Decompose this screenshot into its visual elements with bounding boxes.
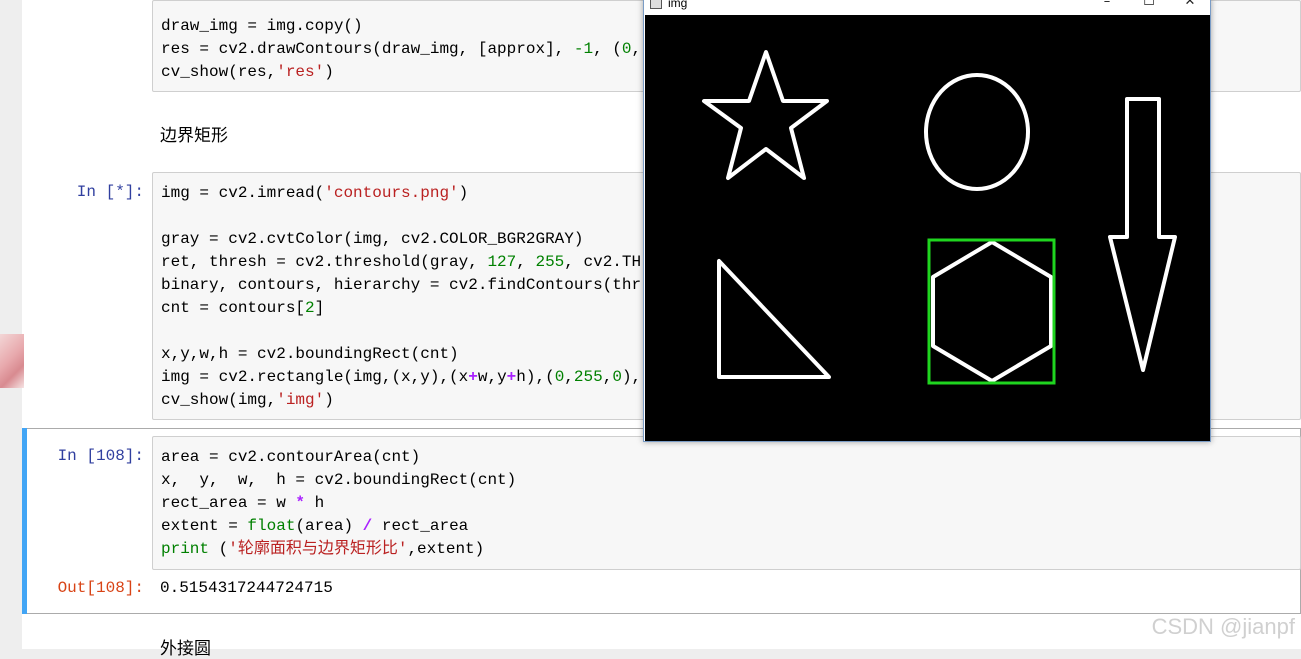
code-text[interactable]: img = cv2.imread('contours.png') gray = … xyxy=(161,182,641,412)
code-text[interactable]: area = cv2.contourArea(cnt) x, y, w, h =… xyxy=(161,446,516,561)
code-cell-extent[interactable]: area = cv2.contourArea(cnt) x, y, w, h =… xyxy=(152,436,1301,570)
image-window[interactable]: img – ☐ ✕ xyxy=(643,0,1211,442)
ellipse-shape xyxy=(924,73,1030,191)
avatar-thumbnail xyxy=(0,334,24,388)
close-icon[interactable]: ✕ xyxy=(1175,0,1205,11)
code-text[interactable]: draw_img = img.copy() res = cv2.drawCont… xyxy=(161,15,641,84)
output-prompt: Out[108]: xyxy=(57,579,144,597)
watermark: CSDN @jianpf xyxy=(1151,614,1295,639)
window-app-icon xyxy=(650,0,662,9)
arrow-shape xyxy=(1108,97,1177,372)
window-title: img xyxy=(668,0,688,10)
minimize-icon[interactable]: – xyxy=(1092,0,1122,11)
maximize-icon[interactable]: ☐ xyxy=(1134,0,1164,11)
bounding-rectangle xyxy=(927,238,1056,385)
cell-output: 0.5154317244724715 xyxy=(160,579,333,597)
markdown-heading-next: 外接圆 xyxy=(160,639,211,659)
star-shape xyxy=(702,50,829,180)
cell-prompt: In [108]: xyxy=(57,447,144,465)
cell-prompt: In [*]: xyxy=(76,183,144,201)
selected-cell-indicator xyxy=(22,428,27,614)
window-titlebar[interactable]: img – ☐ ✕ xyxy=(644,0,1210,15)
image-canvas xyxy=(645,15,1210,441)
markdown-heading: 边界矩形 xyxy=(160,126,228,146)
hexagon-shape xyxy=(931,240,1053,383)
triangle-shape xyxy=(717,259,831,379)
